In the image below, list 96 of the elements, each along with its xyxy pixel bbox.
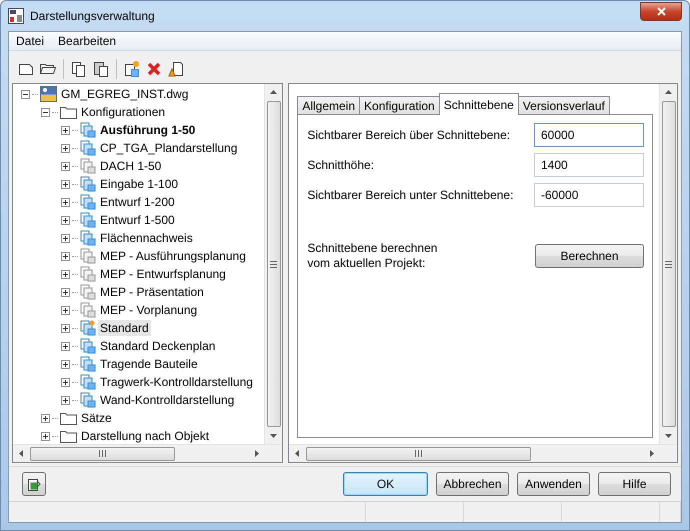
dialog-button[interactable]: OK bbox=[343, 472, 428, 496]
configuration-icon bbox=[80, 230, 96, 246]
calculate-label: Schnittebene berechnen vom aktuellen Projekt: bbox=[307, 241, 438, 271]
configuration-icon bbox=[80, 266, 96, 282]
tab[interactable]: Allgemein bbox=[297, 96, 360, 115]
configuration-icon bbox=[80, 176, 96, 192]
expand-toggle-icon[interactable] bbox=[61, 360, 70, 368]
expand-toggle-icon[interactable] bbox=[61, 396, 70, 404]
vertical-scrollbar[interactable] bbox=[264, 84, 282, 444]
expand-toggle-icon[interactable] bbox=[61, 378, 70, 386]
tab[interactable]: Schnittebene bbox=[438, 93, 519, 115]
tree-item[interactable]: Standard Deckenplan bbox=[98, 338, 218, 354]
delete-icon[interactable] bbox=[145, 60, 163, 78]
tree-item[interactable]: Standard bbox=[98, 320, 151, 336]
tree-item[interactable]: Eingabe 1-100 bbox=[98, 176, 180, 192]
folder-icon bbox=[60, 105, 77, 119]
expand-toggle-icon[interactable] bbox=[61, 324, 70, 332]
tab[interactable]: Versionsverlauf bbox=[518, 96, 610, 115]
export-icon bbox=[26, 476, 42, 492]
tree-item[interactable]: Entwurf 1-200 bbox=[98, 194, 177, 210]
window-title: Darstellungsverwaltung bbox=[30, 9, 156, 23]
scroll-grip-icon bbox=[99, 450, 106, 457]
configuration-icon bbox=[80, 284, 96, 300]
tree-item[interactable]: Tragwerk-Kontrolldarstellung bbox=[98, 374, 255, 390]
collapse-toggle-icon[interactable] bbox=[21, 90, 30, 98]
configuration-icon bbox=[80, 194, 96, 210]
scroll-grip-icon bbox=[415, 450, 422, 457]
configuration-icon bbox=[80, 212, 96, 228]
field-label: Sichtbarer Bereich unter Schnittebene: bbox=[307, 188, 514, 202]
default-configuration-icon bbox=[80, 320, 96, 336]
calculate-button[interactable]: Berechnen bbox=[535, 244, 644, 268]
expand-toggle-icon[interactable] bbox=[61, 126, 70, 134]
expand-toggle-icon[interactable] bbox=[61, 252, 70, 260]
tree-item[interactable]: Konfigurationen bbox=[79, 104, 168, 120]
tree-item[interactable]: MEP - Vorplanung bbox=[98, 302, 200, 318]
dialog-button[interactable]: Hilfe bbox=[598, 472, 671, 496]
vertical-scrollbar[interactable] bbox=[659, 84, 677, 444]
tree-item[interactable]: GM_EGREG_INST.dwg bbox=[59, 86, 190, 102]
input-field[interactable]: 60000 bbox=[534, 123, 644, 147]
expand-toggle-icon[interactable] bbox=[41, 432, 50, 440]
expand-toggle-icon[interactable] bbox=[61, 306, 70, 314]
configuration-icon bbox=[80, 374, 96, 390]
input-field[interactable]: -60000 bbox=[534, 183, 644, 207]
expand-toggle-icon[interactable] bbox=[61, 162, 70, 170]
configuration-icon bbox=[80, 158, 96, 174]
expand-toggle-icon[interactable] bbox=[61, 342, 70, 350]
scroll-grip-icon bbox=[270, 260, 278, 268]
expand-toggle-icon[interactable] bbox=[61, 216, 70, 224]
expand-toggle-icon[interactable] bbox=[61, 288, 70, 296]
tree-item[interactable]: Sätze bbox=[79, 410, 114, 426]
expand-toggle-icon[interactable] bbox=[61, 234, 70, 242]
tree-item[interactable]: Wand-Kontrolldarstellung bbox=[98, 392, 236, 408]
configuration-icon bbox=[80, 302, 96, 318]
expand-toggle-icon[interactable] bbox=[61, 270, 70, 278]
paste-icon[interactable] bbox=[92, 60, 110, 78]
display-manager-button[interactable] bbox=[22, 472, 46, 496]
menu-item[interactable]: Datei bbox=[9, 34, 52, 48]
menu-item[interactable]: Bearbeiten bbox=[51, 34, 124, 48]
close-button[interactable] bbox=[640, 2, 682, 20]
expand-toggle-icon[interactable] bbox=[61, 198, 70, 206]
tree-item[interactable]: MEP - Präsentation bbox=[98, 284, 206, 300]
dialog-button[interactable]: Anwenden bbox=[517, 472, 590, 496]
expand-toggle-icon[interactable] bbox=[61, 144, 70, 152]
tree-item[interactable]: Ausführung 1-50 bbox=[98, 122, 198, 138]
collapse-toggle-icon[interactable] bbox=[41, 108, 50, 116]
expand-toggle-icon[interactable] bbox=[41, 414, 50, 422]
configuration-icon bbox=[80, 338, 96, 354]
tree-item[interactable]: MEP - Ausführungsplanung bbox=[98, 248, 248, 264]
configuration-icon bbox=[80, 122, 96, 138]
expand-toggle-icon[interactable] bbox=[61, 180, 70, 188]
horizontal-scrollbar[interactable] bbox=[13, 444, 282, 462]
tree-item[interactable]: Darstellung nach Objekt bbox=[79, 428, 212, 444]
field-label: Schnitthöhe: bbox=[307, 158, 374, 172]
tree-item[interactable]: Entwurf 1-500 bbox=[98, 212, 177, 228]
app-icon bbox=[8, 8, 24, 24]
purge-icon[interactable] bbox=[167, 60, 185, 78]
horizontal-scrollbar[interactable] bbox=[289, 444, 677, 462]
tree-item[interactable]: Tragende Bauteile bbox=[98, 356, 200, 372]
dialog-button[interactable]: Abbrechen bbox=[436, 472, 509, 496]
input-field[interactable]: 1400 bbox=[534, 153, 644, 177]
tree-item[interactable]: Flächennachweis bbox=[98, 230, 195, 246]
configuration-icon bbox=[80, 356, 96, 372]
copy-icon[interactable] bbox=[70, 60, 88, 78]
tree-item[interactable]: CP_TGA_Plandarstellung bbox=[98, 140, 240, 156]
folder-icon bbox=[60, 411, 77, 425]
tree-item[interactable]: MEP - Entwurfsplanung bbox=[98, 266, 228, 282]
new-configuration-icon[interactable] bbox=[123, 60, 141, 78]
field-label: Sichtbarer Bereich über Schnittebene: bbox=[307, 128, 510, 142]
scroll-grip-icon bbox=[665, 260, 672, 268]
configuration-icon bbox=[80, 140, 96, 156]
drawing-file-icon bbox=[40, 86, 57, 102]
tab[interactable]: Konfiguration bbox=[359, 96, 440, 115]
configuration-icon bbox=[80, 248, 96, 264]
tree-item[interactable]: DACH 1-50 bbox=[98, 158, 164, 174]
configuration-icon bbox=[80, 392, 96, 408]
close-icon bbox=[656, 6, 666, 16]
